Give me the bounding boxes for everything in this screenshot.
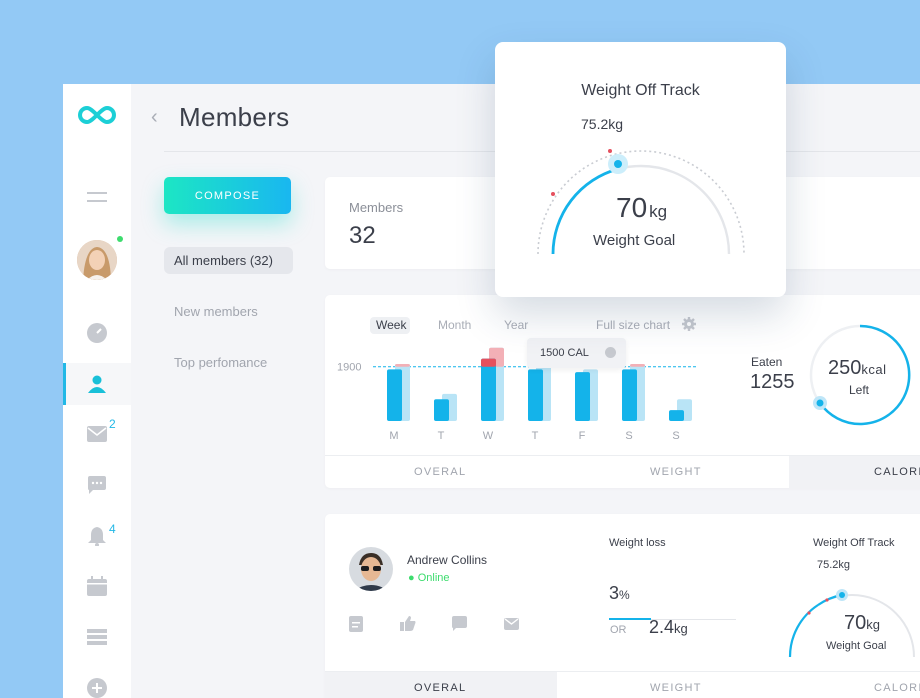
avatar[interactable]	[77, 240, 117, 280]
member-status: ● Online	[408, 572, 450, 584]
calories-left-label: Left	[849, 383, 870, 397]
calories-card: Week Month Year Full size chart 1900 M T W T…	[325, 295, 920, 489]
chart-tick-label: M	[389, 430, 398, 442]
member-goal-value: 70kg	[844, 612, 880, 634]
members-label: Members	[349, 200, 404, 215]
mail-icon[interactable]	[83, 420, 111, 448]
filter-new-members[interactable]: New members	[174, 304, 258, 319]
filter-all-members[interactable]: All members (32)	[164, 247, 293, 274]
weight-loss-progress	[609, 618, 651, 620]
tab-weight[interactable]: WEIGHT	[650, 466, 702, 478]
member-track-current: 75.2kg	[817, 559, 851, 571]
app-window: 2 4 ‹ Members COMPOSE All members (32) N…	[63, 84, 920, 698]
compose-button[interactable]: COMPOSE	[164, 177, 291, 214]
member-name: Andrew Collins	[407, 553, 488, 567]
user-icon[interactable]	[83, 370, 111, 398]
chart-bar	[528, 369, 543, 421]
popup-title: Weight Off Track	[581, 82, 700, 99]
or-label: OR	[610, 624, 627, 636]
online-status-dot	[117, 236, 123, 242]
chart-tick-label: T	[532, 430, 539, 442]
chat-icon[interactable]	[83, 471, 111, 499]
chart-bar	[622, 369, 637, 421]
list-icon[interactable]	[83, 623, 111, 651]
chart-tick-label: S	[625, 430, 632, 442]
popup-goal-label: Weight Goal	[593, 232, 676, 249]
chart-bar	[669, 410, 684, 421]
plus-circle-icon[interactable]	[83, 674, 111, 698]
sidebar: 2 4	[63, 84, 131, 698]
tab-calori[interactable]: CALORI	[874, 466, 920, 478]
calorie-bar-chart: 1900 M T W T F S S	[337, 347, 697, 442]
calendar-icon[interactable]	[83, 572, 111, 600]
chart-tooltip-text: 1500 CAL	[540, 347, 589, 359]
calories-left-value: 250kcal	[828, 357, 887, 379]
mail-badge: 2	[109, 417, 116, 431]
weight-loss-kg: 2.4kg	[649, 617, 688, 637]
member-tab-calori[interactable]: CALORI	[874, 682, 920, 694]
popup-goal-value: 70 kg	[616, 192, 668, 223]
chart-tick-label: W	[483, 430, 494, 442]
chart-reference-label: 1900	[337, 362, 361, 374]
chevron-left-icon[interactable]: ‹	[151, 106, 158, 129]
member-avatar[interactable]	[349, 547, 393, 591]
member-track-title: Weight Off Track	[813, 537, 895, 549]
gauge-icon[interactable]	[83, 319, 111, 347]
chart-bar	[481, 358, 496, 421]
member-tab-weight[interactable]: WEIGHT	[650, 682, 702, 694]
eaten-label: Eaten	[751, 355, 783, 369]
infinity-logo-icon	[76, 102, 118, 133]
menu-icon[interactable]	[83, 183, 111, 211]
member-tab-overal[interactable]: OVERAL	[414, 682, 466, 694]
chart-bar-back-over	[630, 364, 645, 367]
full-size-chart-link[interactable]: Full size chart	[596, 318, 670, 332]
tab-overal[interactable]: OVERAL	[414, 466, 466, 478]
member-goal-label: Weight Goal	[826, 640, 887, 652]
chart-bar-over	[481, 358, 496, 367]
calories-tabs: OVERAL WEIGHT CALORI	[325, 455, 920, 489]
settings-gear-icon[interactable]	[682, 317, 696, 336]
chart-bar-back-over	[395, 364, 410, 367]
chart-bar	[434, 399, 449, 421]
popup-current-weight: 75.2kg	[581, 116, 624, 132]
chart-tick-label: T	[438, 430, 445, 442]
chart-bar	[575, 372, 590, 421]
weight-popup-card: Weight Off Track 75.2kg 70 kg Weight Goal	[495, 42, 786, 297]
member-card: Andrew Collins ● Online Weight loss 3% O…	[325, 514, 920, 698]
period-week-tab[interactable]: Week	[376, 318, 406, 332]
chart-tick-label: F	[579, 430, 586, 442]
tooltip-gear-icon	[605, 347, 616, 358]
bell-icon[interactable]	[83, 522, 111, 550]
weight-loss-percent: 3%	[609, 583, 630, 603]
filter-top-performance[interactable]: Top perfomance	[174, 355, 267, 370]
mail-icon[interactable]	[504, 617, 519, 635]
period-month-tab[interactable]: Month	[438, 318, 471, 332]
thumbs-up-icon[interactable]	[400, 616, 416, 636]
clipboard-icon[interactable]	[349, 616, 363, 637]
period-year-tab[interactable]: Year	[504, 318, 528, 332]
weight-loss-label: Weight loss	[609, 537, 666, 549]
chart-tick-label: S	[672, 430, 679, 442]
page-title: Members	[179, 102, 290, 132]
chart-tooltip: 1500 CAL	[527, 338, 626, 368]
members-count: 32	[349, 222, 376, 249]
chart-bar	[387, 369, 402, 421]
chat-icon[interactable]	[452, 616, 467, 636]
eaten-value: 1255	[750, 371, 795, 393]
bell-badge: 4	[109, 522, 116, 536]
member-tabs: OVERAL WEIGHT CALORI	[325, 671, 920, 698]
